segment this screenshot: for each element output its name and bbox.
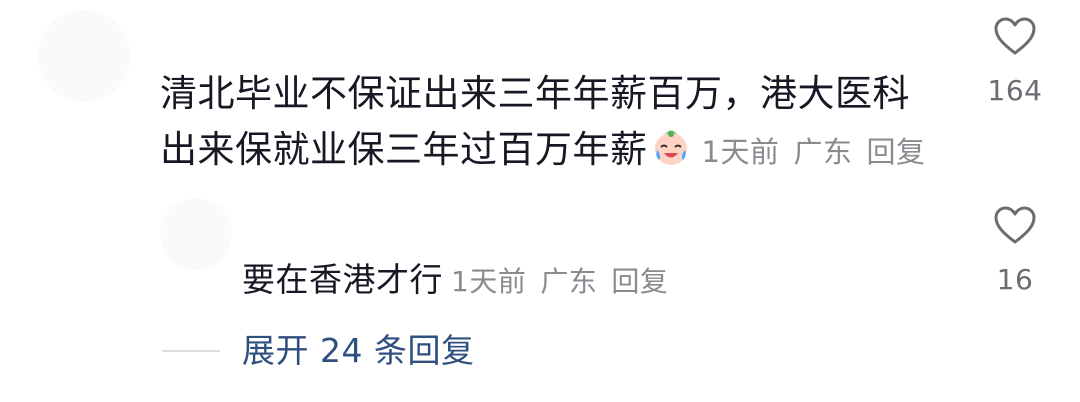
heart-icon[interactable]	[993, 16, 1037, 56]
reply-like-count: 16	[996, 263, 1034, 296]
reply-button[interactable]: 回复	[866, 135, 925, 169]
crying-laughing-emoji-icon	[654, 130, 687, 165]
heart-icon[interactable]	[993, 205, 1037, 245]
reply-text: 要在香港才行	[242, 260, 443, 299]
reply-meta: 1天前 广东 回复	[451, 265, 668, 298]
reply-like-control[interactable]: 16	[975, 205, 1055, 296]
reply-location: 广东	[540, 265, 598, 298]
reply-body: 要在香港才行 1天前 广东 回复	[242, 256, 668, 306]
reply-to-reply-button[interactable]: 回复	[611, 265, 668, 298]
reply-username[interactable]	[242, 210, 382, 228]
comment-time: 1天前	[701, 135, 780, 169]
comment-location: 广东	[793, 135, 853, 169]
comment-meta: 1天前 广东 回复	[702, 135, 926, 169]
reply-avatar[interactable]	[160, 198, 232, 270]
reply-time: 1天前	[451, 265, 527, 298]
avatar[interactable]	[38, 10, 130, 102]
username[interactable]	[160, 38, 320, 56]
comment-body: 清北毕业不保证出来三年年薪百万，港大医科出来保就业保三年过百万年薪 1天前 广东回…	[160, 66, 940, 180]
expand-replies-button[interactable]: 展开 24 条回复	[242, 328, 474, 374]
expand-divider	[162, 350, 220, 352]
like-count: 164	[987, 74, 1043, 107]
like-control[interactable]: 164	[975, 16, 1055, 107]
